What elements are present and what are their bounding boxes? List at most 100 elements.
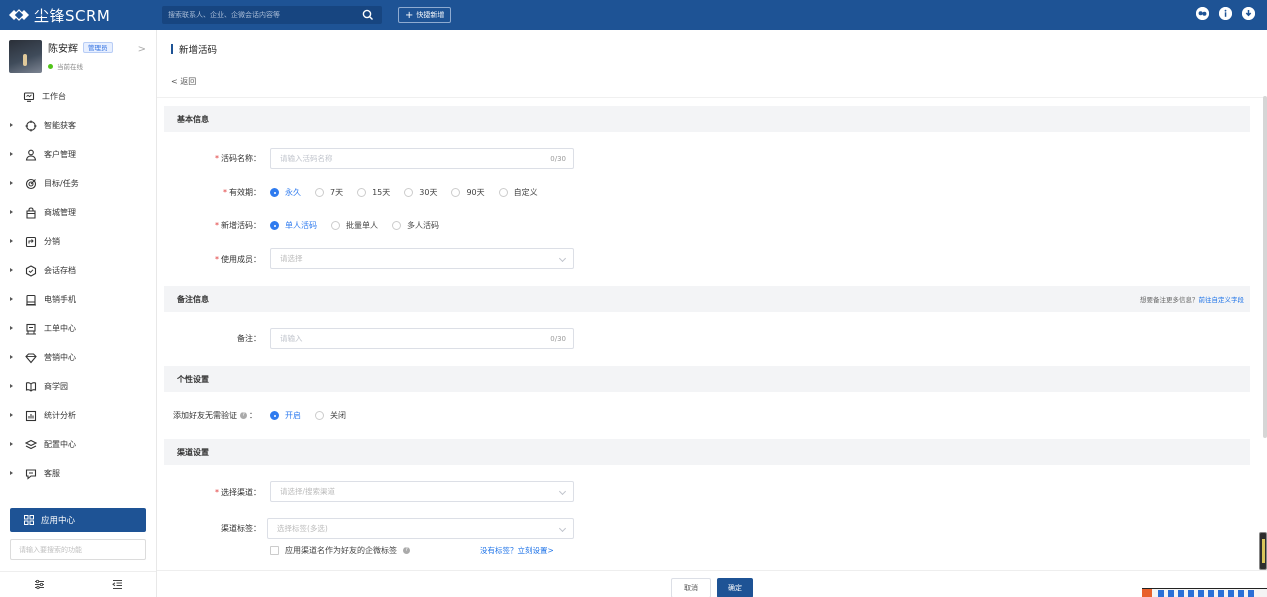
member-select[interactable]: 请选择 (270, 248, 574, 269)
chevron-right-icon[interactable]: > (138, 44, 146, 55)
code-name-input[interactable] (280, 154, 564, 163)
sidebar-footer (0, 571, 156, 597)
section-title: 基本信息 (177, 114, 209, 124)
info-icon[interactable] (1219, 7, 1232, 20)
radio-circle (357, 188, 367, 197)
sidebar-item-label: 配置中心 (44, 440, 76, 449)
type-option-multi[interactable]: 多人活码 (392, 220, 439, 231)
validity-option-permanent[interactable]: 永久 (270, 187, 301, 198)
function-search-input[interactable] (19, 545, 137, 554)
sidebar-item-goals[interactable]: 目标/任务 (0, 169, 156, 198)
help-icon[interactable]: ? (240, 412, 247, 419)
back-link[interactable]: < 返回 (171, 76, 196, 87)
member-label-text: 使用成员： (221, 255, 261, 264)
sidebar-item-customers[interactable]: 客户管理 (0, 140, 156, 169)
expand-arrow-icon (10, 152, 13, 156)
radio-circle (315, 188, 324, 197)
sidebar-item-academy[interactable]: 商学园 (0, 372, 156, 401)
help-icon[interactable]: ? (403, 547, 410, 554)
validity-option-7d[interactable]: 7天 (315, 187, 343, 198)
sidebar-item-service[interactable]: 客服 (0, 459, 156, 488)
sidebar-item-mall[interactable]: 商城管理 (0, 198, 156, 227)
checkbox-label: 应用渠道名作为好友的企微标签 (285, 546, 397, 555)
sidebar-item-label: 分销 (44, 237, 60, 246)
required-marker: * (215, 154, 219, 163)
set-tags-link[interactable]: 没有标签？立刻设置> (480, 545, 554, 556)
diamond-icon (25, 352, 37, 364)
expand-arrow-icon (10, 210, 13, 214)
required-marker: * (215, 488, 219, 497)
scrollbar[interactable] (1263, 96, 1267, 438)
validity-option-30d[interactable]: 30天 (404, 187, 437, 198)
sidebar-item-sales-phone[interactable]: 电销手机 (0, 285, 156, 314)
global-search[interactable] (162, 6, 382, 24)
global-search-input[interactable] (168, 11, 358, 19)
validity-radio-group: 永久 7天 15天 30天 90天 自定义 (270, 187, 552, 198)
sidebar-item-label: 商学园 (44, 382, 68, 391)
expand-arrow-icon (10, 413, 13, 417)
archive-icon (25, 264, 37, 277)
channel-select[interactable]: 请选择/搜索渠道 (270, 481, 574, 502)
confirm-button[interactable]: 确定 (717, 578, 753, 597)
expand-arrow-icon (10, 239, 13, 243)
custom-field-link[interactable]: 前往自定义字段 (1199, 296, 1245, 304)
download-icon[interactable] (1242, 7, 1255, 20)
type-option-single[interactable]: 单人活码 (270, 220, 317, 231)
search-icon[interactable] (362, 9, 374, 21)
char-counter: 0/30 (550, 154, 566, 163)
sidebar-item-workbench[interactable]: 工作台 (0, 82, 156, 111)
chevron-left-icon: < (171, 77, 178, 86)
validity-option-15d[interactable]: 15天 (357, 187, 390, 198)
tray-icons[interactable] (1158, 590, 1258, 597)
code-name-field[interactable]: 0/30 (270, 148, 574, 169)
verify-option-on[interactable]: 开启 (270, 410, 301, 421)
radio-circle (270, 188, 279, 197)
goal-icon (25, 178, 37, 190)
remark-input[interactable] (280, 334, 564, 343)
quick-add-button[interactable]: + 快捷新增 (398, 7, 452, 23)
sidebar-item-label: 商城管理 (44, 208, 76, 217)
sidebar-item-label: 智能获客 (44, 121, 76, 130)
channel-name-as-tag-checkbox[interactable]: 应用渠道名作为好友的企微标签 ? (270, 545, 412, 556)
chevron-down-icon (558, 524, 567, 533)
sidebar-item-distribution[interactable]: 分销 (0, 227, 156, 256)
section-personal-settings: 个性设置 (164, 366, 1250, 392)
type-option-batch-single[interactable]: 批量单人 (331, 220, 378, 231)
sidebar-item-tickets[interactable]: 工单中心 (0, 314, 156, 343)
channel-label-text: 选择渠道： (221, 488, 261, 497)
char-counter: 0/30 (550, 334, 566, 343)
validity-option-custom[interactable]: 自定义 (498, 187, 538, 198)
avatar (9, 40, 42, 73)
verify-option-off[interactable]: 关闭 (315, 410, 346, 421)
sidebar-item-marketing[interactable]: 营销中心 (0, 343, 156, 372)
cancel-button[interactable]: 取消 (671, 578, 711, 597)
sidebar-item-analytics[interactable]: 统计分析 (0, 401, 156, 430)
validity-option-90d[interactable]: 90天 (451, 187, 485, 198)
sidebar-item-label: 客户管理 (44, 150, 76, 159)
floating-widget[interactable] (1259, 532, 1267, 570)
collapse-menu-icon[interactable] (78, 579, 156, 590)
radio-label: 批量单人 (346, 221, 378, 230)
member-field-label: * 使用成员： (187, 254, 261, 265)
message-icon[interactable] (1196, 7, 1209, 20)
sidebar-item-config[interactable]: 配置中心 (0, 430, 156, 459)
user-profile[interactable]: 陈安辉 管理员 当前在线 > (0, 30, 156, 82)
radio-label: 单人活码 (285, 221, 317, 230)
tray-app-icon[interactable] (1142, 589, 1152, 597)
sidebar-item-smart-acquisition[interactable]: 智能获客 (0, 111, 156, 140)
type-label-text: 新增活码： (221, 221, 261, 230)
channel-tag-select[interactable]: 选择标签(多选) (267, 518, 574, 539)
validity-field-label: * 有效期： (187, 187, 261, 198)
users-icon (25, 149, 37, 161)
sidebar-item-label: 电销手机 (44, 295, 76, 304)
sidebar-item-chat-archive[interactable]: 会话存档 (0, 256, 156, 285)
expand-arrow-icon (10, 326, 13, 330)
remark-hint: 想要备注更多信息？前往自定义字段 (1140, 294, 1244, 304)
brand-logo[interactable]: 尘锋SCRM (0, 5, 157, 26)
app-center-button[interactable]: 应用中心 (10, 508, 146, 532)
settings-sliders-icon[interactable] (0, 579, 78, 590)
ticket-icon (25, 323, 37, 335)
remark-field[interactable]: 0/30 (270, 328, 574, 349)
function-search[interactable] (10, 539, 146, 560)
radio-label: 永久 (285, 188, 301, 197)
